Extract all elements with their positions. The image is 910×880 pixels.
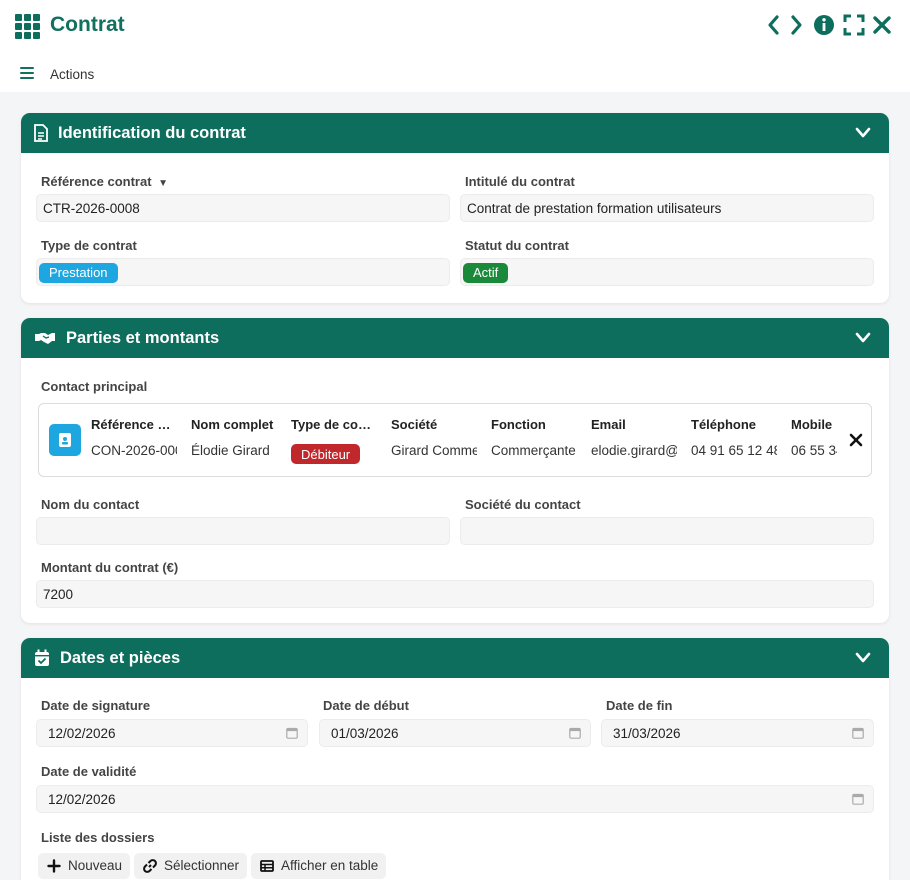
chevron-down-icon[interactable] — [855, 331, 871, 345]
contact-value: Girard Commerce — [391, 443, 477, 458]
document-icon — [34, 124, 48, 142]
plus-icon — [47, 859, 61, 873]
contact-header: Référence contact — [91, 417, 177, 432]
date-validite-value: 12/02/2026 — [48, 792, 116, 807]
calendar-icon[interactable] — [569, 727, 581, 739]
info-icon — [814, 15, 834, 35]
date-signature-input[interactable]: 12/02/2026 — [36, 719, 308, 747]
expand-icon — [843, 14, 865, 36]
contact-header: Type de contact — [291, 417, 377, 432]
date-validite-input[interactable]: 12/02/2026 — [36, 785, 874, 813]
calendar-check-icon — [35, 649, 49, 666]
next-button[interactable] — [784, 13, 808, 37]
contact-header: Fonction — [491, 417, 546, 432]
liste-dossiers-label: Liste des dossiers — [41, 830, 155, 845]
nom-contact-field[interactable] — [36, 517, 450, 545]
parties-section-title: Parties et montants — [66, 329, 220, 347]
close-icon — [873, 16, 891, 34]
statut-contrat-badge: Actif — [463, 263, 509, 283]
contact-value: elodie.girard@ — [591, 443, 677, 458]
intitule-contrat-label: Intitulé du contrat — [465, 174, 575, 189]
apps-grid-icon[interactable] — [15, 14, 40, 39]
contact-value: Commerçante — [491, 443, 576, 458]
contact-icon — [59, 433, 71, 447]
date-signature-label: Date de signature — [41, 698, 151, 713]
calendar-icon[interactable] — [852, 793, 864, 805]
identification-section-title: Identification du contrat — [58, 124, 246, 142]
contact-header: Email — [591, 417, 626, 432]
contact-value: Élodie Girard — [191, 443, 270, 458]
statut-contrat-label: Statut du contrat — [465, 238, 569, 253]
chevron-left-icon — [768, 15, 779, 35]
contact-header: Téléphone — [691, 417, 757, 432]
dates-section: Dates et pièces Date de signature 12/02/… — [21, 638, 889, 880]
contact-value: CON-2026-0008 — [91, 443, 177, 458]
actions-bar: Actions — [0, 52, 910, 92]
reference-contrat-field[interactable]: CTR-2026-0008 — [36, 194, 450, 222]
remove-contact-icon[interactable] — [849, 433, 863, 447]
date-fin-value: 31/03/2026 — [613, 726, 681, 741]
statut-contrat-field[interactable]: Actif — [460, 258, 874, 286]
societe-contact-label: Société du contact — [465, 497, 581, 512]
identification-section-header[interactable]: Identification du contrat — [21, 113, 889, 153]
type-contrat-field[interactable]: Prestation — [36, 258, 450, 286]
contact-type-badge: Débiteur — [291, 444, 361, 464]
montant-contrat-field[interactable]: 7200 — [36, 580, 874, 608]
dates-section-header[interactable]: Dates et pièces — [21, 638, 889, 678]
contact-card-icon — [49, 424, 81, 456]
reference-contrat-label: Référence contrat ▼ — [41, 174, 169, 189]
chevron-down-icon[interactable] — [855, 651, 871, 665]
parties-section-header[interactable]: Parties et montants — [21, 318, 889, 358]
calendar-icon[interactable] — [286, 727, 298, 739]
type-contrat-label: Type de contrat — [41, 238, 137, 253]
date-debut-label: Date de début — [323, 698, 409, 713]
date-debut-input[interactable]: 01/03/2026 — [319, 719, 591, 747]
previous-button[interactable] — [762, 13, 786, 37]
contact-header: Mobile — [791, 417, 833, 432]
selectionner-label: Sélectionner — [164, 858, 240, 873]
type-contrat-badge: Prestation — [39, 263, 118, 283]
afficher-table-button[interactable]: Afficher en table — [251, 853, 387, 879]
contract-window: Contrat Actions Identification du contra… — [0, 0, 910, 880]
contact-value: 06 55 34 — [791, 443, 837, 458]
date-signature-value: 12/02/2026 — [48, 726, 116, 741]
contact-value: 04 91 65 12 48 — [691, 443, 777, 458]
selectionner-button[interactable]: Sélectionner — [134, 853, 248, 879]
nouveau-label: Nouveau — [68, 858, 123, 873]
date-fin-label: Date de fin — [606, 698, 673, 713]
nom-contact-label: Nom du contact — [41, 497, 140, 512]
contact-principal-card[interactable]: Référence contact CON-2026-0008 Nom comp… — [38, 403, 872, 477]
contact-header: Nom complet — [191, 417, 274, 432]
afficher-table-label: Afficher en table — [281, 858, 379, 873]
hamburger-menu-icon[interactable] — [20, 67, 34, 80]
montant-contrat-label: Montant du contrat (€) — [41, 560, 179, 575]
identification-section: Identification du contrat Référence cont… — [21, 113, 889, 303]
fullscreen-button[interactable] — [842, 13, 866, 37]
actions-menu[interactable]: Actions — [50, 67, 94, 82]
calendar-icon[interactable] — [852, 727, 864, 739]
contact-principal-label: Contact principal — [41, 379, 148, 394]
table-icon — [260, 860, 274, 872]
date-debut-value: 01/03/2026 — [331, 726, 399, 741]
dossiers-toolbar: Nouveau Sélectionner Afficher en table — [38, 853, 638, 879]
close-button[interactable] — [870, 13, 894, 37]
link-icon — [143, 859, 157, 873]
chevron-down-icon[interactable] — [855, 126, 871, 140]
contact-header: Société — [391, 417, 438, 432]
societe-contact-field[interactable] — [460, 517, 874, 545]
intitule-contrat-field[interactable]: Contrat de prestation formation utilisat… — [460, 194, 874, 222]
chevron-right-icon — [791, 15, 802, 35]
dates-section-title: Dates et pièces — [60, 649, 181, 667]
handshake-icon — [35, 333, 55, 344]
caret-down-icon[interactable]: ▼ — [158, 178, 168, 189]
date-validite-label: Date de validité — [41, 764, 137, 779]
date-fin-input[interactable]: 31/03/2026 — [601, 719, 874, 747]
parties-section: Parties et montants Contact principal Ré… — [21, 318, 889, 623]
title-bar: Contrat — [0, 0, 910, 52]
info-button[interactable] — [812, 13, 836, 37]
window-title: Contrat — [50, 13, 125, 36]
nouveau-button[interactable]: Nouveau — [38, 853, 131, 879]
